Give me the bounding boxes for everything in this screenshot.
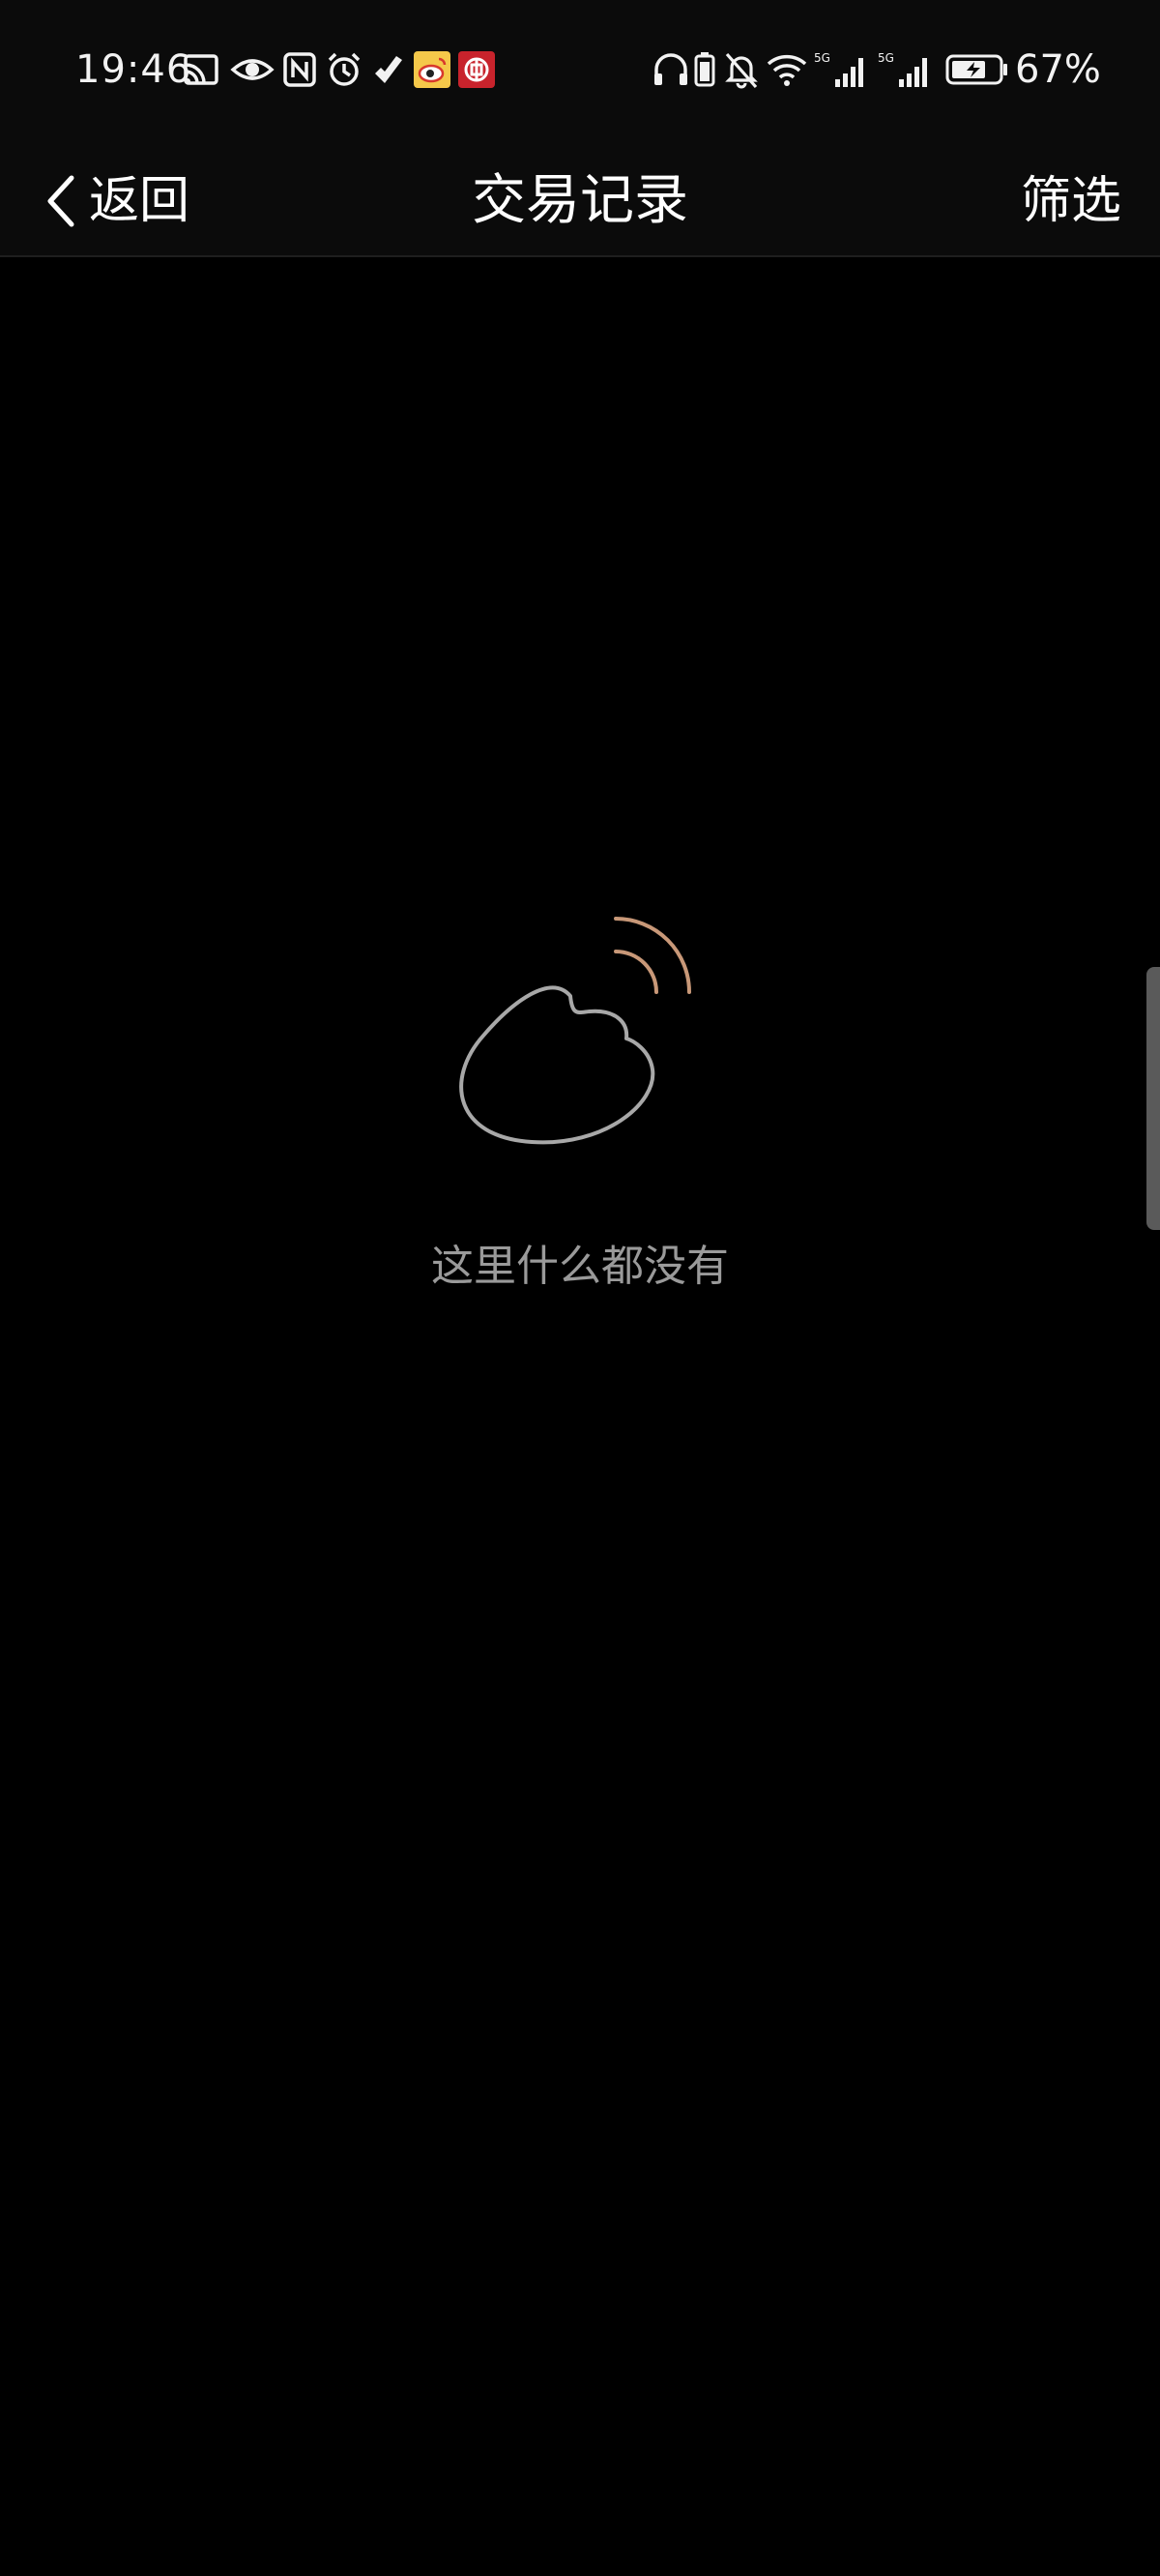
svg-text:5G: 5G — [814, 51, 830, 65]
empty-shell-icon — [459, 917, 691, 1145]
back-button[interactable]: 返回 — [43, 155, 189, 248]
headphones-icon — [654, 53, 687, 85]
alarm-icon — [328, 52, 361, 86]
signal-5g-sim1-icon: 5G — [814, 51, 863, 87]
filter-button[interactable]: 筛选 — [1021, 155, 1121, 248]
nfc-icon — [283, 52, 316, 87]
eye-icon — [230, 59, 275, 80]
battery-saver-icon — [694, 52, 715, 87]
chevron-left-icon — [47, 175, 74, 227]
battery-percent: 67% — [1015, 47, 1101, 92]
bank-app-icon — [458, 51, 495, 88]
signal-5g-sim2-icon: 5G — [878, 51, 927, 87]
scroll-handle[interactable] — [1146, 967, 1160, 1230]
weibo-icon — [414, 51, 450, 88]
cast-icon — [184, 54, 218, 85]
nav-bar: 返回 交易记录 筛选 — [0, 145, 1160, 257]
back-label: 返回 — [89, 172, 190, 230]
wifi-icon — [767, 54, 807, 86]
svg-text:5G: 5G — [878, 51, 894, 65]
transaction-list[interactable]: 这里什么都没有 — [0, 257, 1160, 2576]
battery-icon — [945, 54, 1007, 85]
health-icon — [375, 56, 402, 83]
status-time: 19:46 — [75, 47, 192, 92]
empty-state-message: 这里什么都没有 — [431, 1242, 729, 1291]
status-bar: 19:46 5G 5G 67% — [0, 0, 1160, 145]
mute-icon — [725, 52, 758, 89]
